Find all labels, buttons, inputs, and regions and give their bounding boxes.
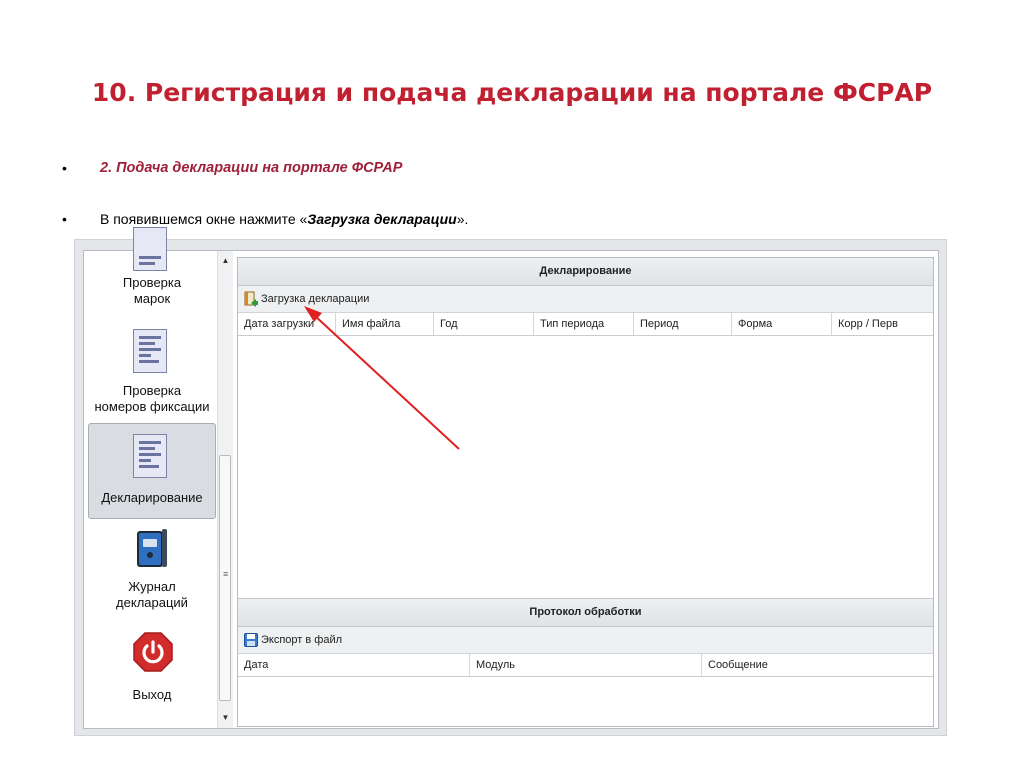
nav-item-journal[interactable]: Журнал деклараций — [88, 523, 216, 617]
slide-title: 10. Регистрация и подача декларации на п… — [91, 78, 933, 107]
column-header[interactable]: Дата — [238, 654, 470, 676]
nav-label: Проверка — [122, 275, 182, 290]
nav-item-exit[interactable]: Выход — [88, 627, 216, 711]
power-icon — [133, 632, 173, 672]
nav-label: Проверка — [122, 383, 182, 398]
column-header[interactable]: Дата загрузки — [238, 313, 336, 335]
column-header[interactable]: Период — [634, 313, 732, 335]
document-icon — [133, 434, 167, 478]
declarations-panel-title: Декларирование — [238, 258, 933, 286]
column-header[interactable]: Модуль — [470, 654, 702, 676]
binder-icon — [137, 529, 167, 567]
protocol-panel-title: Протокол обработки — [238, 598, 933, 627]
column-header[interactable]: Тип периода — [534, 313, 634, 335]
nav-item-check-marks[interactable]: Проверка марок — [88, 227, 216, 315]
export-to-file-label: Экспорт в файл — [261, 634, 343, 646]
scroll-down-icon[interactable]: ▼ — [218, 710, 233, 726]
grip-icon: ≡ — [223, 569, 229, 579]
nav-item-declarations[interactable]: Декларирование — [88, 423, 216, 519]
slide-subtitle: 2. Подача декларации на портале ФСРАР — [100, 160, 403, 176]
instruction-prefix: В появившемся окне нажмите « — [100, 211, 308, 227]
scroll-thumb[interactable]: ≡ — [219, 455, 231, 701]
app-window: Проверка марок Проверка номеров фиксации… — [83, 227, 939, 729]
upload-declaration-label: Загрузка декларации — [261, 293, 370, 305]
nav-scrollbar[interactable]: ▲ ≡ ▼ — [217, 251, 233, 728]
bullet-marker: • — [62, 160, 67, 176]
protocol-grid-body[interactable] — [238, 677, 933, 726]
save-icon — [244, 633, 258, 648]
nav-label: Декларирование — [101, 490, 203, 505]
document-icon — [133, 227, 167, 271]
column-header[interactable]: Форма — [732, 313, 832, 335]
slide-instruction: В появившемся окне нажмите «Загрузка дек… — [100, 211, 468, 227]
protocol-toolbar: Экспорт в файл — [238, 627, 933, 654]
protocol-grid-header: Дата Модуль Сообщение — [238, 654, 933, 677]
nav-label: деклараций — [116, 595, 188, 610]
column-header[interactable]: Год — [434, 313, 534, 335]
nav-label: Выход — [132, 687, 172, 702]
upload-icon — [244, 291, 258, 308]
navigation-sidebar: Проверка марок Проверка номеров фиксации… — [84, 227, 233, 728]
column-header[interactable]: Корр / Перв — [832, 313, 933, 335]
declarations-grid-body[interactable] — [238, 336, 933, 598]
scroll-up-icon[interactable]: ▲ — [218, 253, 233, 269]
app-screenshot: Проверка марок Проверка номеров фиксации… — [74, 227, 947, 736]
upload-declaration-button[interactable]: Загрузка декларации — [244, 290, 369, 308]
nav-label: номеров фиксации — [94, 399, 210, 414]
column-header[interactable]: Имя файла — [336, 313, 434, 335]
export-to-file-button[interactable]: Экспорт в файл — [244, 631, 342, 649]
document-icon — [133, 329, 167, 373]
nav-label: Журнал — [128, 579, 176, 594]
declarations-grid-header: Дата загрузки Имя файла Год Тип периода … — [238, 313, 933, 336]
declarations-toolbar: Загрузка декларации — [238, 286, 933, 313]
main-panel: Декларирование Загрузка декларации Дата … — [237, 257, 934, 727]
instruction-bold: Загрузка декларации — [307, 211, 457, 227]
column-header[interactable]: Сообщение — [702, 654, 933, 676]
nav-item-check-fixation[interactable]: Проверка номеров фиксации — [88, 323, 216, 419]
nav-label: марок — [133, 291, 171, 306]
instruction-suffix: ». — [456, 211, 469, 227]
bullet-marker: • — [62, 211, 67, 227]
